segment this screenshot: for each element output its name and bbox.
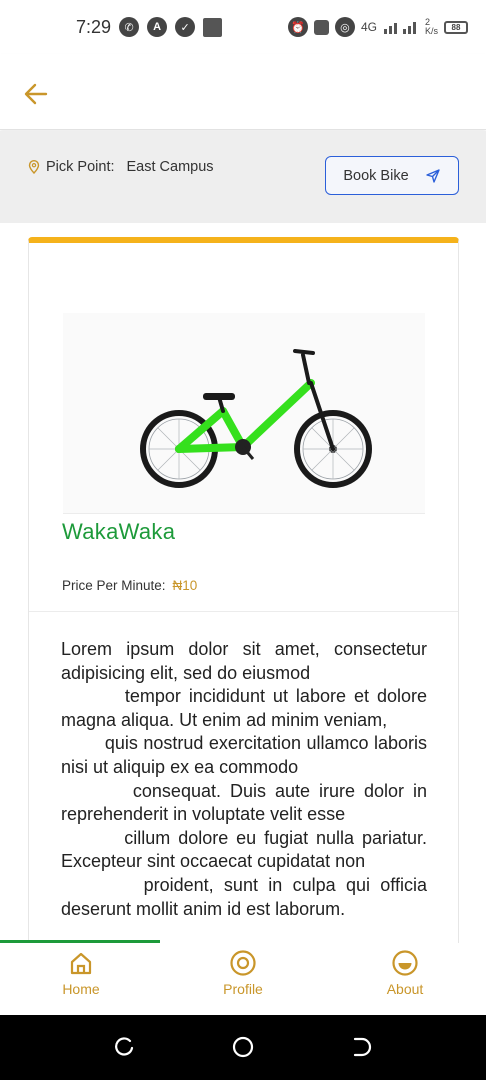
pick-point-value: East Campus	[126, 159, 214, 175]
status-time: 7:29	[76, 16, 112, 37]
about-icon	[392, 950, 418, 976]
card-divider	[29, 611, 458, 612]
recent-apps-icon[interactable]	[112, 1035, 136, 1059]
nav-about[interactable]: About	[355, 949, 455, 1011]
status-bar: 7:29 ✆ A ✓ ⏰ ◎ 4G 2 K/s 88	[0, 0, 486, 54]
bike-card: WakaWaka Price Per Minute: ₦10 Lorem ips…	[28, 237, 459, 957]
price-row: Price Per Minute: ₦10	[62, 578, 197, 593]
pick-point-info: Pick Point: East Campus	[28, 159, 214, 175]
nav-about-label: About	[386, 981, 424, 997]
send-icon	[425, 168, 440, 183]
bike-description: Lorem ipsum dolor sit amet, consectetur …	[61, 639, 427, 919]
bike-image	[63, 313, 425, 513]
alarm-icon: ⏰	[287, 17, 308, 37]
bottom-nav: Home Profile About	[0, 943, 486, 1015]
vibrate-icon	[313, 19, 329, 35]
book-bike-label: Book Bike	[343, 167, 409, 184]
image-divider	[63, 513, 425, 514]
location-pin-icon	[28, 160, 40, 174]
nav-home[interactable]: Home	[31, 949, 131, 1011]
data-speed-unit: K/s	[424, 26, 438, 36]
nav-profile-label: Profile	[223, 981, 263, 997]
home-circle-icon[interactable]	[231, 1035, 255, 1059]
hotspot-icon: ◎	[334, 17, 355, 37]
arrow-left-icon[interactable]	[20, 78, 52, 110]
data-speed-icon: 2 K/s	[425, 18, 438, 36]
profile-icon	[230, 950, 256, 976]
status-right: ⏰ ◎ 4G 2 K/s 88	[287, 17, 468, 37]
app-icon: A	[147, 17, 168, 37]
signal-icon	[383, 22, 416, 34]
battery-level: 88	[451, 22, 461, 32]
app-header	[0, 54, 486, 130]
price-value: ₦10	[172, 578, 198, 593]
nav-profile[interactable]: Profile	[193, 949, 293, 1011]
nav-home-label: Home	[62, 981, 100, 997]
network-type: 4G	[360, 20, 377, 34]
book-bike-button[interactable]: Book Bike	[325, 156, 459, 195]
pick-point-label: Pick Point:	[46, 159, 115, 175]
screen: 7:29 ✆ A ✓ ⏰ ◎ 4G 2 K/s 88 Pick Point: E…	[0, 0, 486, 1080]
bike-name: WakaWaka	[62, 519, 176, 544]
home-icon	[70, 952, 92, 975]
back-icon[interactable]	[350, 1035, 374, 1059]
status-left: 7:29 ✆ A ✓	[76, 16, 223, 38]
shield-icon: ✓	[175, 17, 196, 37]
whatsapp-icon: ✆	[119, 17, 140, 37]
system-nav	[0, 1015, 486, 1080]
price-label: Price Per Minute:	[62, 578, 166, 593]
notification-icon	[203, 17, 223, 37]
battery-icon: 88	[444, 20, 468, 34]
